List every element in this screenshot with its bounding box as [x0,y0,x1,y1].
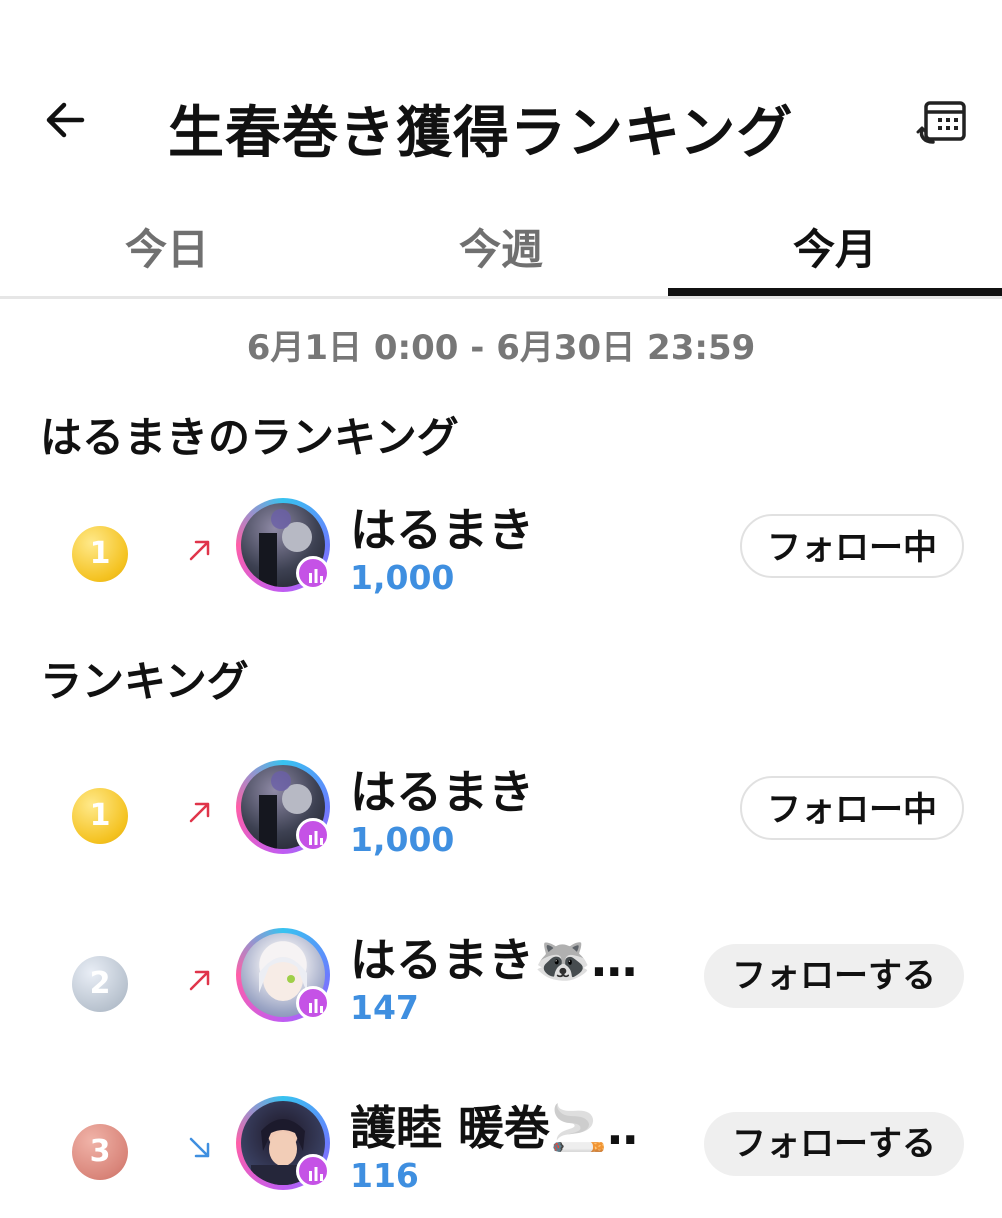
live-stats-badge-icon [296,986,330,1020]
header: 生春巻き獲得ランキング [0,0,1002,195]
user-name[interactable]: はるまき [350,756,534,822]
rank-medal-silver: 2 [72,956,128,1012]
rank-medal-gold: 1 [72,526,128,582]
score: 116 [350,1156,419,1195]
trend-up-icon [189,970,210,991]
ranking-row-2[interactable]: 2 はるまき🦝… 147 フォローする [0,928,1002,1050]
live-stats-badge-icon [296,1154,330,1188]
avatar[interactable] [236,760,330,854]
user-name[interactable]: はるまき [350,494,534,560]
user-name[interactable]: 護睦 暖巻🚬… [350,1092,640,1158]
my-ranking-title: はるまきのランキング [40,413,459,462]
live-stats-badge-icon [296,818,330,852]
following-button[interactable]: フォロー中 [740,514,964,578]
rank-medal-gold: 1 [72,788,128,844]
score: 1,000 [350,820,455,859]
user-name[interactable]: はるまき🦝… [350,924,637,990]
tab-week[interactable]: 今週 [334,216,668,277]
ranking-title: ランキング [40,657,249,706]
score: 1,000 [350,558,455,597]
avatar[interactable] [236,498,330,592]
avatar[interactable] [236,928,330,1022]
active-tab-indicator [668,288,1002,296]
ranking-row-1[interactable]: 1 はるまき 1,000 フォロー中 [0,760,1002,882]
period-tabs: 今日 今週 今月 [0,200,1002,299]
avatar[interactable] [236,1096,330,1190]
period-range: 6月1日 0:00 - 6月30日 23:59 [246,328,756,368]
following-button[interactable]: フォロー中 [740,776,964,840]
follow-button[interactable]: フォローする [704,1112,964,1176]
score: 147 [350,988,419,1027]
trend-up-icon [189,540,210,561]
my-ranking-row[interactable]: 1 はるまき 1,000 フォロー中 [0,498,1002,620]
trend-up-icon [189,802,210,823]
tab-month[interactable]: 今月 [668,216,1002,277]
tab-today[interactable]: 今日 [0,216,334,277]
page-title: 生春巻き獲得ランキング [168,101,794,166]
follow-button[interactable]: フォローする [704,944,964,1008]
ranking-row-3[interactable]: 3 護睦 暖巻🚬… 116 フォローする [0,1096,1002,1218]
arrow-left-icon [46,102,85,138]
live-stats-badge-icon [296,556,330,590]
rank-medal-bronze: 3 [72,1124,128,1180]
back-button[interactable] [40,95,90,145]
calendar-history-icon [916,101,966,144]
calendar-button[interactable] [916,98,970,148]
trend-down-icon [189,1137,210,1158]
